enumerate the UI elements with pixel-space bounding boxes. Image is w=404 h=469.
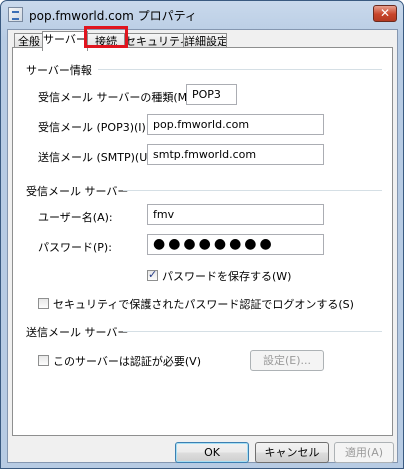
connection-tab-highlight — [84, 26, 128, 48]
auth-required-label[interactable]: このサーバーは認証が必要(V) — [53, 353, 201, 369]
divider — [123, 331, 382, 332]
title-bar[interactable]: pop.fmworld.com プロパティ ✕ — [1, 1, 403, 29]
apply-button[interactable]: 適用(A) — [334, 442, 394, 463]
incoming-server-label: 受信メール (POP3)(I): — [38, 121, 150, 134]
tab-server[interactable]: サーバー — [42, 31, 88, 51]
close-button[interactable]: ✕ — [373, 5, 397, 22]
username-field[interactable]: fmv — [147, 204, 324, 225]
divider — [98, 69, 382, 70]
server-type-value: POP3 — [186, 84, 237, 105]
spa-checkbox[interactable] — [38, 298, 49, 309]
save-password-checkbox[interactable] — [147, 268, 158, 281]
password-label: パスワード(P): — [38, 241, 112, 254]
password-field[interactable]: ●●●●●●●● — [147, 234, 324, 255]
mail-account-icon — [8, 7, 23, 22]
properties-dialog: pop.fmworld.com プロパティ ✕ 全般 サーバー 接続 セキュリテ… — [0, 0, 404, 469]
spa-label[interactable]: セキュリティで保護されたパスワード認証でログオンする(S) — [53, 296, 354, 312]
ok-button[interactable]: OK — [175, 442, 249, 463]
auth-required-checkbox[interactable] — [38, 355, 49, 366]
dialog-body: 全般 サーバー 接続 セキュリティ 詳細設定 サーバー情報 受信メール サーバー… — [7, 29, 398, 463]
server-info-heading: サーバー情報 — [26, 64, 92, 77]
incoming-server-field[interactable]: pop.fmworld.com — [147, 114, 324, 135]
username-label: ユーザー名(A): — [38, 211, 113, 224]
save-password-label[interactable]: パスワードを保存する(W) — [162, 268, 291, 284]
server-type-label: 受信メール サーバーの種類(M): — [38, 91, 196, 104]
cancel-button[interactable]: キャンセル — [255, 442, 329, 463]
settings-button[interactable]: 設定(E)... — [250, 350, 324, 371]
incoming-mail-server-heading: 受信メール サーバー — [26, 185, 129, 198]
outgoing-server-field[interactable]: smtp.fmworld.com — [147, 144, 324, 165]
outgoing-server-label: 送信メール (SMTP)(U): — [38, 151, 156, 164]
divider — [123, 190, 382, 191]
server-tab-panel: サーバー情報 受信メール サーバーの種類(M): POP3 受信メール (POP… — [12, 47, 393, 436]
window-title: pop.fmworld.com プロパティ — [29, 9, 197, 23]
outgoing-mail-server-heading: 送信メール サーバー — [26, 326, 129, 339]
